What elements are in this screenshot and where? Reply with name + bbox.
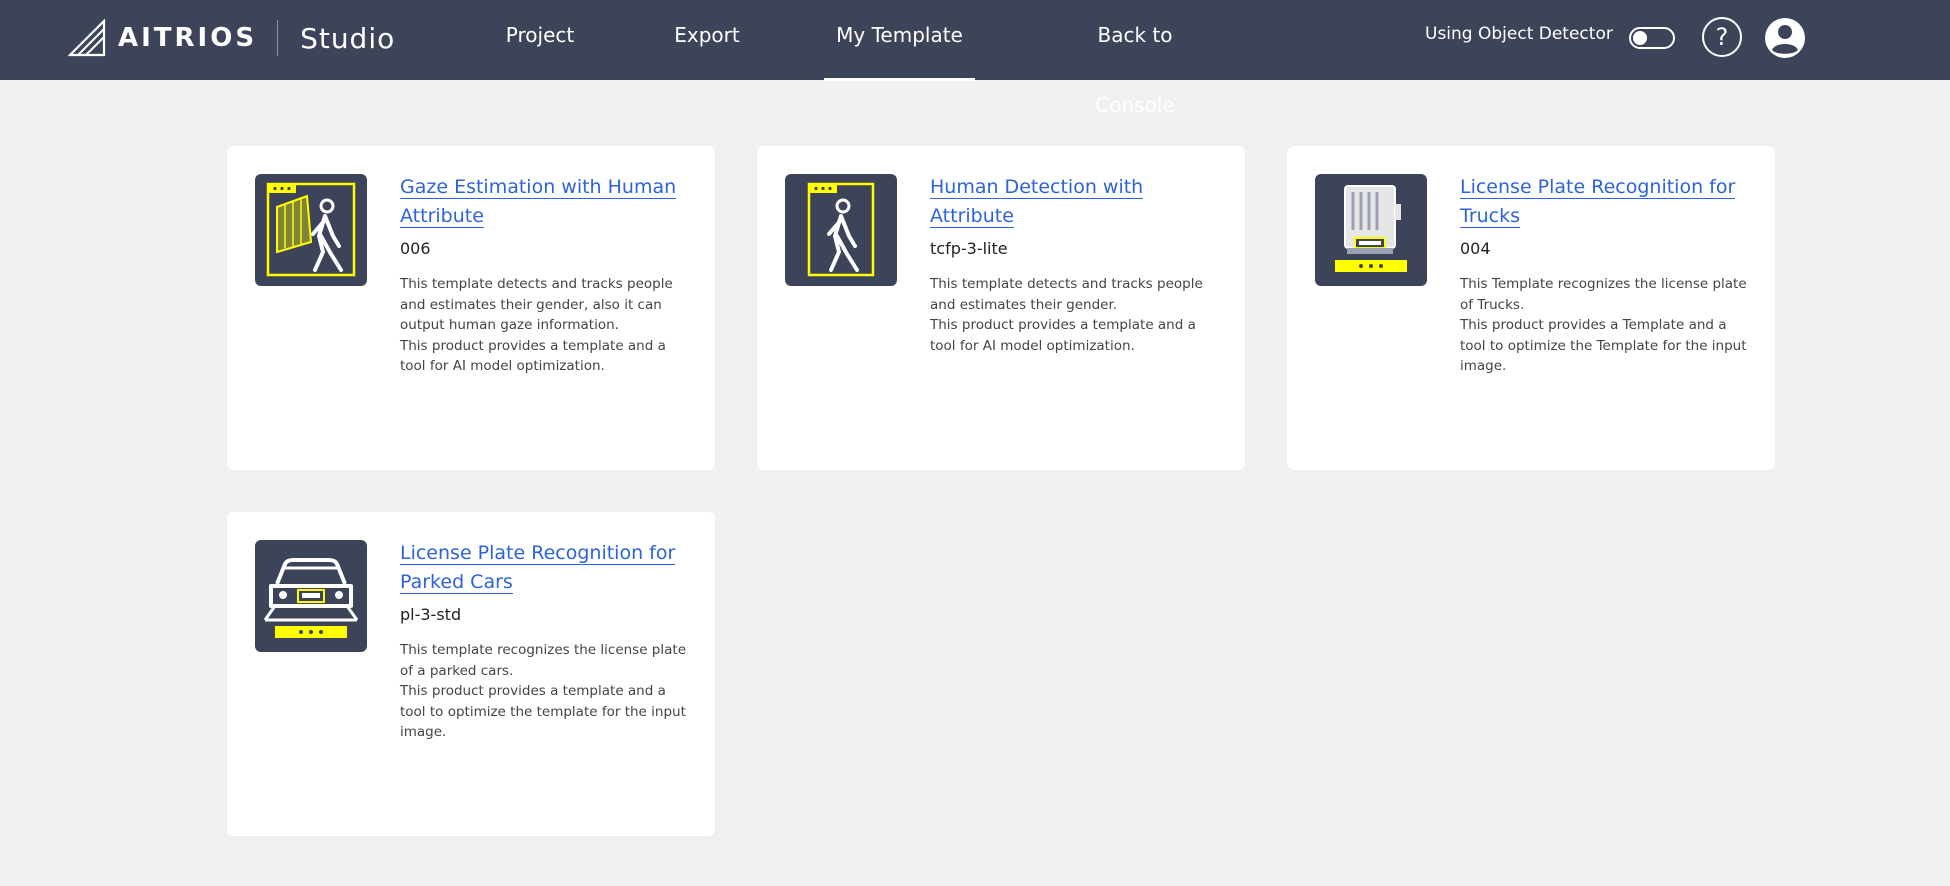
brand[interactable]: AITRIOS Studio — [68, 18, 395, 58]
nav-my-template[interactable]: My Template — [824, 0, 975, 81]
template-title-link[interactable]: License Plate Recognition for Parked Car… — [400, 542, 676, 594]
nav-project[interactable]: Project — [500, 0, 580, 78]
car-plate-icon — [255, 540, 367, 652]
template-card-body: License Plate Recognition for Trucks 004… — [1460, 173, 1755, 377]
template-id: pl-3-std — [400, 605, 462, 624]
user-account-icon[interactable] — [1764, 17, 1806, 59]
template-card-body: Human Detection with Attribute tcfp-3-li… — [930, 173, 1225, 356]
nav-back-to-console[interactable]: Back to Console — [1058, 0, 1212, 117]
top-bar: AITRIOS Studio Project Export My Templat… — [0, 0, 1950, 117]
object-detector-toggle[interactable] — [1629, 27, 1675, 49]
template-card-body: Gaze Estimation with Human Attribute 006… — [400, 173, 695, 377]
template-id: 006 — [400, 239, 431, 258]
template-card[interactable]: Human Detection with Attribute tcfp-3-li… — [757, 146, 1245, 470]
template-id: tcfp-3-lite — [930, 239, 1008, 258]
aitrios-logo-icon — [68, 19, 106, 57]
template-card[interactable]: License Plate Recognition for Parked Car… — [227, 512, 715, 836]
template-description: This Template recognizes the license pla… — [1460, 276, 1747, 374]
help-button[interactable]: ? — [1702, 17, 1742, 57]
template-id: 004 — [1460, 239, 1491, 258]
person-walking-icon — [785, 174, 897, 286]
template-card[interactable]: Gaze Estimation with Human Attribute 006… — [227, 146, 715, 470]
object-detector-label: Using Object Detector — [1425, 24, 1613, 44]
gaze-person-icon — [255, 174, 367, 286]
template-description: This template detects and tracks people … — [400, 276, 673, 374]
truck-plate-icon — [1315, 174, 1427, 286]
nav-export[interactable]: Export — [668, 0, 746, 78]
toggle-knob — [1633, 31, 1647, 45]
brand-product: Studio — [300, 21, 396, 55]
template-title-link[interactable]: License Plate Recognition for Trucks — [1460, 176, 1736, 228]
template-card-body: License Plate Recognition for Parked Car… — [400, 539, 695, 743]
template-card[interactable]: License Plate Recognition for Trucks 004… — [1287, 146, 1775, 470]
brand-divider — [277, 20, 279, 56]
template-description: This template detects and tracks people … — [930, 276, 1203, 354]
template-title-link[interactable]: Human Detection with Attribute — [930, 176, 1144, 228]
template-description: This template recognizes the license pla… — [400, 642, 686, 740]
template-title-link[interactable]: Gaze Estimation with Human Attribute — [400, 176, 677, 228]
brand-name: AITRIOS — [118, 23, 258, 53]
